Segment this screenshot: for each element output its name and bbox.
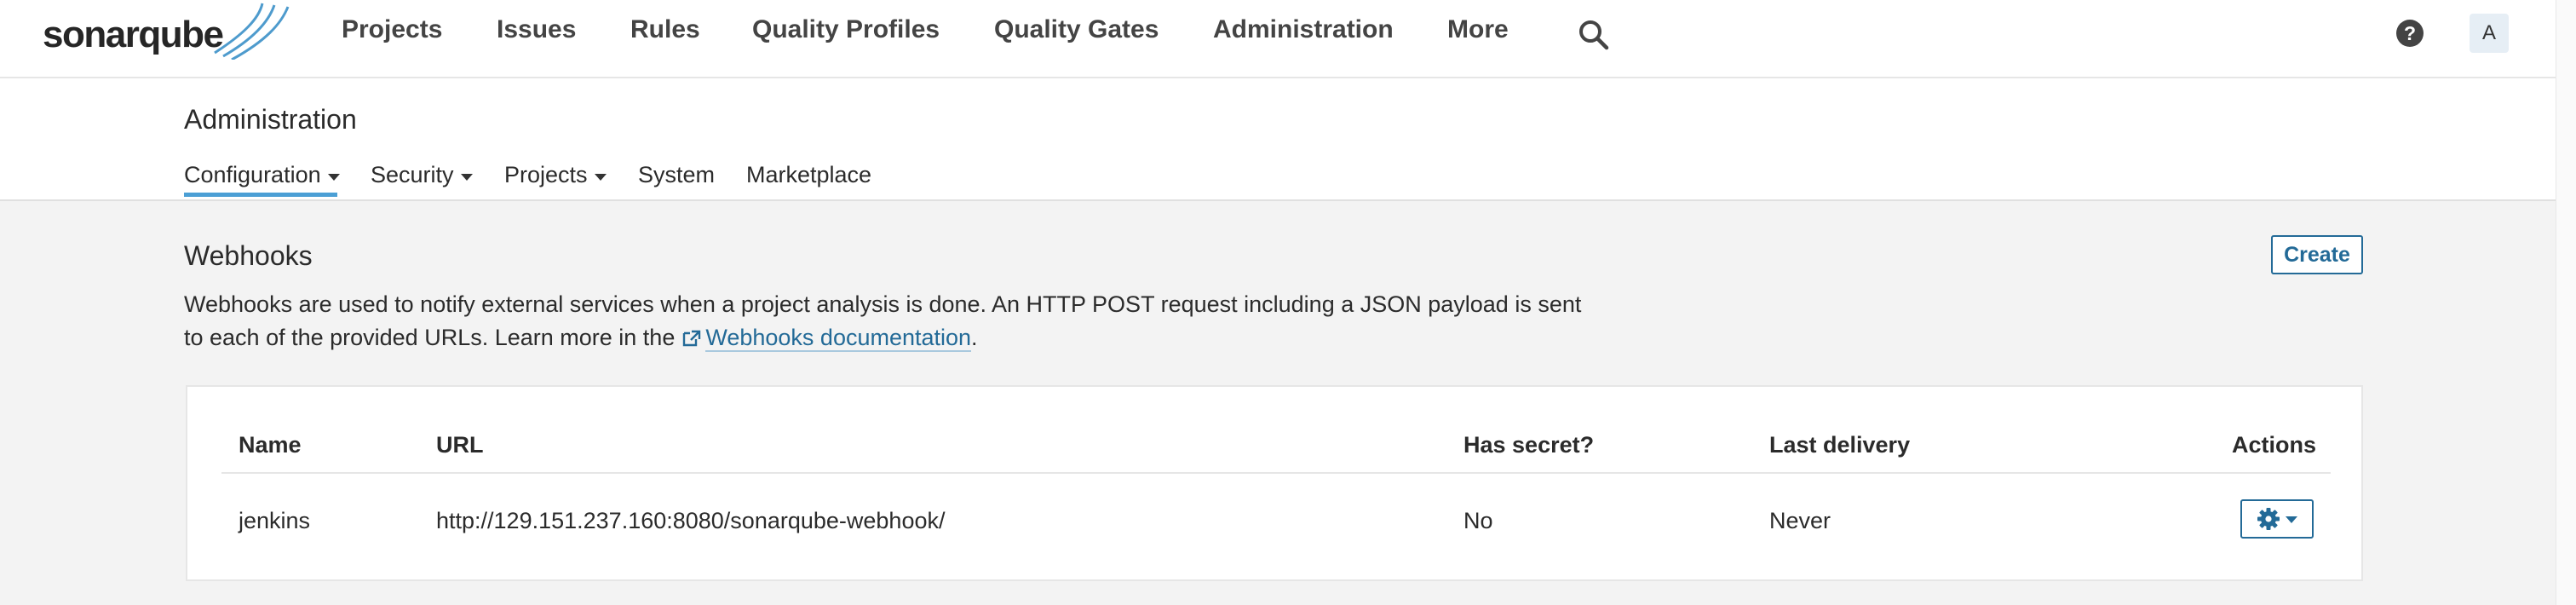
page-title: Administration — [184, 104, 357, 135]
nav-quality-gates[interactable]: Quality Gates — [994, 15, 1159, 44]
chevron-down-icon — [594, 173, 607, 181]
svg-text:?: ? — [2404, 22, 2416, 44]
tab-system[interactable]: System — [638, 162, 715, 188]
row-actions-button[interactable] — [2240, 499, 2314, 539]
section-title: Webhooks — [184, 240, 313, 271]
webhook-has-secret: No — [1463, 508, 1493, 533]
webhook-url: http://129.151.237.160:8080/sonarqube-we… — [436, 508, 946, 533]
top-navbar: sonarqube Projects Issues Rules Quality … — [0, 0, 2556, 78]
create-webhook-button[interactable]: Create — [2271, 235, 2363, 274]
webhooks-description: Webhooks are used to notify external ser… — [184, 288, 1649, 354]
nav-quality-profiles[interactable]: Quality Profiles — [752, 15, 940, 44]
nav-rules[interactable]: Rules — [630, 15, 700, 44]
tab-projects[interactable]: Projects — [504, 162, 607, 188]
nav-more[interactable]: More — [1447, 15, 1509, 44]
user-avatar[interactable]: A — [2470, 14, 2509, 53]
tab-projects-label: Projects — [504, 162, 588, 187]
tab-system-label: System — [638, 162, 716, 187]
admin-header: Administration Configuration Security Pr… — [0, 78, 2556, 201]
external-link-icon — [683, 330, 701, 347]
nav-projects[interactable]: Projects — [342, 15, 442, 44]
tab-marketplace[interactable]: Marketplace — [746, 162, 871, 188]
description-line1: Webhooks are used to notify external ser… — [184, 291, 1582, 317]
page-scrollbar[interactable] — [2556, 0, 2576, 605]
webhook-name: jenkins — [239, 508, 311, 533]
webhooks-table: Name URL Has secret? Last delivery Actio… — [186, 385, 2363, 581]
help-icon[interactable]: ? — [2395, 19, 2424, 52]
tab-configuration[interactable]: Configuration — [184, 162, 340, 188]
chevron-down-icon — [2286, 516, 2297, 523]
chevron-down-icon — [460, 173, 473, 181]
gear-icon — [2257, 508, 2280, 530]
tab-security[interactable]: Security — [371, 162, 473, 188]
webhooks-documentation-link[interactable]: Webhooks documentation — [705, 325, 972, 352]
search-icon[interactable] — [1578, 19, 1610, 55]
column-header-last-delivery: Last delivery — [1769, 432, 1911, 458]
tab-marketplace-label: Marketplace — [746, 162, 872, 187]
logo-waves-icon — [214, 3, 290, 60]
description-line2: to each of the provided URLs. Learn more… — [184, 325, 676, 350]
header-divider — [221, 472, 2331, 474]
column-header-actions: Actions — [2232, 432, 2317, 458]
column-header-has-secret: Has secret? — [1463, 432, 1595, 458]
tab-configuration-label: Configuration — [184, 162, 321, 187]
active-tab-indicator — [184, 193, 337, 197]
column-header-name: Name — [239, 432, 302, 458]
tab-security-label: Security — [371, 162, 454, 187]
column-header-url: URL — [436, 432, 484, 458]
nav-administration[interactable]: Administration — [1213, 15, 1394, 44]
chevron-down-icon — [327, 173, 340, 181]
webhook-last-delivery: Never — [1769, 508, 1831, 533]
nav-issues[interactable]: Issues — [497, 15, 576, 44]
description-suffix: . — [971, 325, 978, 350]
logo-text: sonarqube — [43, 14, 224, 55]
